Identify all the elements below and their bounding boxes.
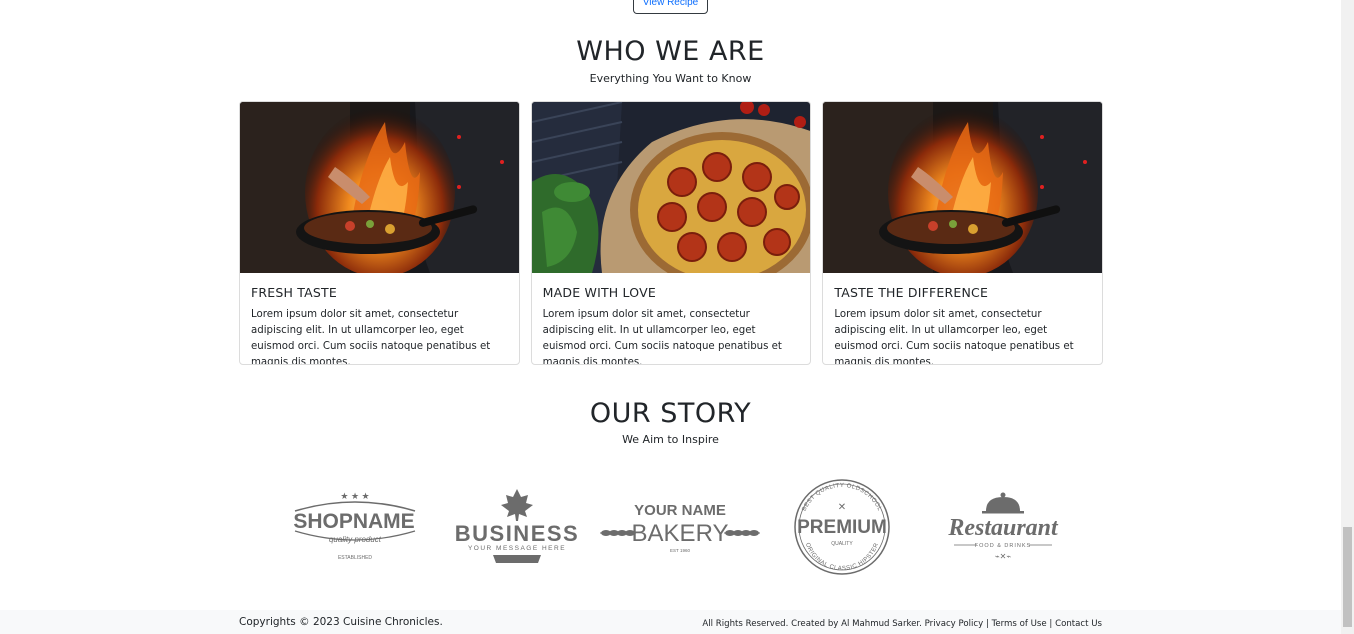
crossed-tools-icon: ✕ [838, 502, 846, 513]
feature-cards: FRESH TASTE Lorem ipsum dolor sit amet, … [239, 101, 1104, 365]
card-text: Lorem ipsum dolor sit amet, consectetur … [542, 309, 782, 365]
premium-sub: QUALITY [831, 541, 853, 547]
rights-text: All Rights Reserved. Created by Al Mahmu… [702, 619, 922, 629]
chef-flaming-pan-image [823, 102, 1103, 273]
privacy-policy-link[interactable]: Privacy Policy [925, 619, 984, 629]
card-title: MADE WITH LOVE [542, 285, 656, 300]
scrollbar-thumb[interactable] [1343, 527, 1352, 627]
bakery-text: BAKERY [632, 520, 729, 547]
chef-flaming-pan-image [240, 102, 519, 273]
shopname-tagline: quality product [329, 535, 382, 544]
feature-card: FRESH TASTE Lorem ipsum dolor sit amet, … [239, 101, 520, 365]
card-title: FRESH TASTE [251, 285, 337, 300]
cloche-icon [982, 492, 1024, 514]
maple-leaf-icon [501, 489, 533, 521]
our-story-title: OUR STORY [589, 398, 752, 429]
feature-card: TASTE THE DIFFERENCE Lorem ipsum dolor s… [822, 101, 1104, 365]
footer-links: All Rights Reserved. Created by Al Mahmu… [702, 619, 1102, 629]
wheat-right-icon [724, 530, 760, 536]
bakery-name-text: YOUR NAME [634, 502, 726, 519]
cutlery-icon: ⌁✕⌁ [995, 552, 1012, 561]
who-we-are-title: WHO WE ARE [576, 36, 765, 67]
restaurant-tagline: FOOD & DRINKS [975, 543, 1031, 549]
card-text: Lorem ipsum dolor sit amet, consectetur … [834, 309, 1074, 365]
contact-us-link[interactable]: Contact Us [1055, 619, 1102, 629]
view-recipe-button[interactable]: View Recipe [633, 0, 708, 14]
premium-text: PREMIUM [797, 517, 887, 538]
svg-text:★ ★ ★: ★ ★ ★ [340, 491, 369, 501]
partner-logos: ★ ★ ★ SHOPNAME quality product ESTABLISH… [280, 475, 1080, 580]
business-text: BUSINESS [455, 521, 579, 546]
feature-card: MADE WITH LOVE Lorem ipsum dolor sit ame… [530, 101, 812, 365]
who-we-are-subtitle: Everything You Want to Know [589, 72, 752, 85]
wheat-left-icon [600, 530, 636, 536]
bakery-extra: EST 1960 [670, 548, 690, 553]
shopname-extra: ESTABLISHED [338, 555, 372, 561]
copyright-text: Copyrights © 2023 Cuisine Chronicles. [239, 616, 443, 628]
bakery-logo: YOUR NAME BAKERY EST 1960 [600, 495, 760, 560]
shopname-text: SHOPNAME [293, 510, 414, 533]
premium-logo: BEST QUALITY OLDSCHOOL ORIGINAL CLASSIC … [780, 477, 905, 577]
card-title: TASTE THE DIFFERENCE [834, 285, 989, 300]
page: View Recipe WHO WE ARE Everything You Wa… [0, 0, 1341, 634]
shopname-logo: ★ ★ ★ SHOPNAME quality product ESTABLISH… [290, 489, 420, 569]
restaurant-text: Restaurant [947, 515, 1059, 541]
terms-of-use-link[interactable]: Terms of Use [992, 619, 1047, 629]
page-scrollbar[interactable] [1341, 0, 1354, 634]
footer: Copyrights © 2023 Cuisine Chronicles. Al… [0, 610, 1341, 634]
business-logo: BUSINESS YOUR MESSAGE HERE [443, 487, 591, 569]
tomato-pizza-image [531, 102, 811, 273]
business-tagline: YOUR MESSAGE HERE [468, 545, 566, 552]
our-story-subtitle: We Aim to Inspire [622, 433, 719, 446]
restaurant-logo: Restaurant FOOD & DRINKS ⌁✕⌁ [942, 491, 1064, 566]
card-text: Lorem ipsum dolor sit amet, consectetur … [251, 309, 491, 365]
